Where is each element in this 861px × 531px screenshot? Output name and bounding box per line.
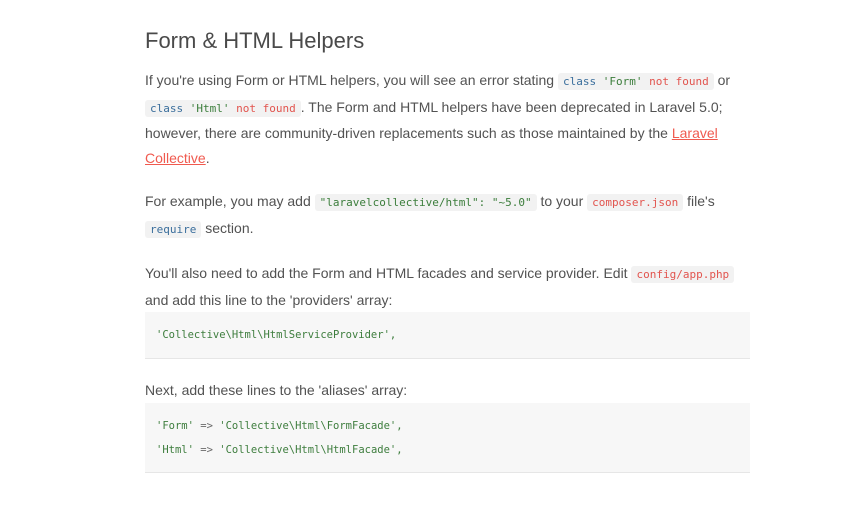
code-operator: => xyxy=(200,443,213,456)
text-segment: or xyxy=(713,72,731,88)
code-string: 'Html' xyxy=(189,101,230,115)
inline-code-config-app: config/app.php xyxy=(631,266,735,283)
text-segment: file's xyxy=(683,193,715,209)
text-segment: You'll also need to add the Form and HTM… xyxy=(145,265,632,281)
paragraph-facades-provider: You'll also need to add the Form and HTM… xyxy=(145,261,750,312)
inline-code-require: require xyxy=(145,220,202,238)
code-string: 'Collective\Html\HtmlFacade', xyxy=(219,443,403,456)
text-segment: section. xyxy=(201,219,254,236)
inline-code-composer-json: composer.json xyxy=(587,194,684,211)
code-string: 'Html' xyxy=(156,443,194,456)
code-block-aliases: 'Form' => 'Collective\Html\FormFacade', '… xyxy=(145,402,750,473)
code-keyword: class xyxy=(562,75,597,88)
code-line: 'Form' => 'Collective\Html\FormFacade', xyxy=(156,414,750,438)
code-error: not found xyxy=(649,75,709,88)
code-string: 'Form' xyxy=(602,75,643,88)
paragraph-aliases: Next, add these lines to the 'aliases' a… xyxy=(145,382,408,398)
paragraph-form-helpers-intro: If you're using Form or HTML helpers, yo… xyxy=(145,68,750,170)
text-segment: to your xyxy=(536,193,588,209)
text-segment: For example, you may add xyxy=(145,193,315,209)
code-line: 'Collective\Html\HtmlServiceProvider', xyxy=(156,329,397,341)
code-string: 'Form' xyxy=(156,419,194,432)
text-segment: and add this line to the 'providers' arr… xyxy=(145,291,393,308)
code-line: 'Html' => 'Collective\Html\HtmlFacade', xyxy=(156,438,750,462)
code-keyword: class xyxy=(150,101,184,115)
text-segment: . xyxy=(205,149,210,166)
inline-code-class-html: class 'Html' not found xyxy=(145,99,301,117)
doc-content: Form & HTML Helpers If you're using Form… xyxy=(145,0,750,473)
section-heading: Form & HTML Helpers xyxy=(145,28,365,53)
inline-code-class-form: class 'Form' not found xyxy=(557,73,714,90)
code-string: 'Collective\Html\FormFacade', xyxy=(219,419,403,432)
inline-code-package: "laravelcollective/html": "~5.0" xyxy=(314,194,537,211)
code-operator: => xyxy=(200,419,213,432)
code-block-providers: 'Collective\Html\HtmlServiceProvider', xyxy=(145,312,750,359)
paragraph-composer-example: For example, you may add "laravelcollect… xyxy=(145,189,750,242)
text-segment: If you're using Form or HTML helpers, yo… xyxy=(145,72,558,88)
code-error: not found xyxy=(236,101,296,115)
